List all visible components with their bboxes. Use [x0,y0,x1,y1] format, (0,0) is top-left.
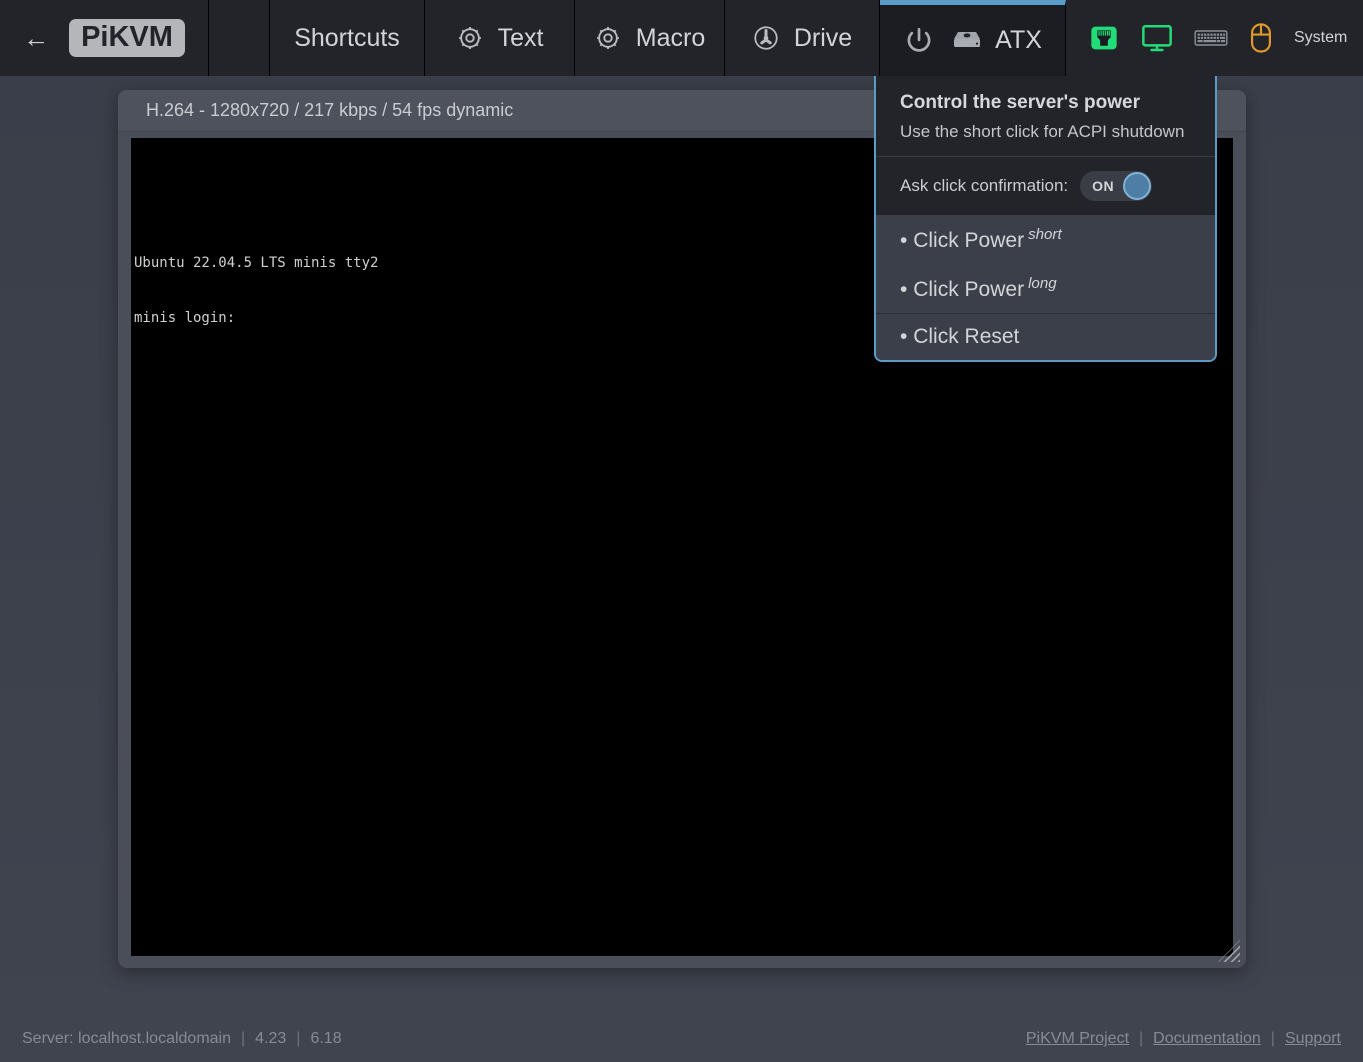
power-icon [903,25,935,57]
tab-atx[interactable]: ATX [880,0,1066,76]
footer-separator: | [231,1030,255,1048]
link-pikvm-project[interactable]: PiKVM Project [1026,1030,1129,1048]
tab-system-label: System [1294,29,1347,47]
toggle-knob[interactable] [1123,172,1151,200]
atx-dropdown-title: Control the server's power [900,92,1191,114]
atx-power-actions: • Click Powershort • Click Powerlong [876,215,1215,313]
tab-system[interactable]: System [1066,0,1363,76]
menu-item-label: Click Power [913,229,1024,252]
back-arrow-icon[interactable]: ← [23,25,49,51]
footer-links: PiKVM Project | Documentation | Support [1026,1030,1341,1048]
top-navbar: ← PiKVM Shortcuts Text Macro [0,0,1363,76]
gear-icon [594,24,622,52]
tab-drive-label: Drive [794,24,852,53]
tab-drive[interactable]: Drive [725,0,880,76]
atx-dropdown-subtitle: Use the short click for ACPI shutdown [900,122,1191,142]
menu-item-click-power-short[interactable]: • Click Powershort [876,215,1215,264]
tab-macro-label: Macro [636,24,705,53]
footer-bar: Server: localhost.localdomain | 4.23 | 6… [0,1016,1363,1062]
menu-item-modifier: short [1028,226,1062,243]
toggle-state-label: ON [1092,178,1114,194]
menu-item-label: Click Power [913,278,1024,301]
drive-icon [752,24,780,52]
ask-confirmation-toggle[interactable]: ON [1080,171,1152,201]
link-documentation[interactable]: Documentation [1153,1030,1261,1048]
menu-item-label: Click Reset [913,325,1019,348]
network-jack-icon [1088,22,1120,54]
atx-reset-action: • Click Reset [876,313,1215,360]
footer-separator: | [1129,1030,1153,1048]
menu-item-click-power-long[interactable]: • Click Powerlong [876,264,1215,313]
footer-separator: | [1261,1030,1285,1048]
tab-text-label: Text [498,24,544,53]
nav-spacer-cell [209,0,270,76]
ask-confirmation-label: Ask click confirmation: [900,176,1068,196]
menu-item-modifier: long [1028,275,1057,292]
stream-info-label: H.264 - 1280x720 / 217 kbps / 54 fps dyn… [146,100,513,121]
pikvm-logo[interactable]: PiKVM [69,19,185,57]
version-a-label: 4.23 [255,1030,286,1048]
server-name-label: Server: localhost.localdomain [22,1030,231,1048]
tab-atx-label: ATX [995,26,1042,55]
footer-status: Server: localhost.localdomain | 4.23 | 6… [22,1030,342,1048]
monitor-icon [1140,23,1174,53]
menu-item-click-reset[interactable]: • Click Reset [876,314,1215,360]
version-b-label: 6.18 [310,1030,341,1048]
atx-dropdown-header: Control the server's power Use the short… [876,76,1215,156]
bullet-icon: • [900,325,907,348]
bullet-icon: • [900,229,907,252]
nav-home-cell[interactable]: ← PiKVM [0,0,209,76]
tab-shortcuts[interactable]: Shortcuts [270,0,425,76]
footer-separator: | [286,1030,310,1048]
atx-dropdown-menu: Control the server's power Use the short… [874,76,1217,362]
link-support[interactable]: Support [1285,1030,1341,1048]
gear-icon [456,24,484,52]
ask-confirmation-row: Ask click confirmation: ON [876,156,1215,215]
mouse-icon [1248,22,1274,54]
tab-text[interactable]: Text [425,0,575,76]
keyboard-icon [1194,27,1228,49]
server-case-icon [949,29,981,53]
tab-shortcuts-label: Shortcuts [294,24,400,53]
tab-macro[interactable]: Macro [575,0,725,76]
bullet-icon: • [900,278,907,301]
